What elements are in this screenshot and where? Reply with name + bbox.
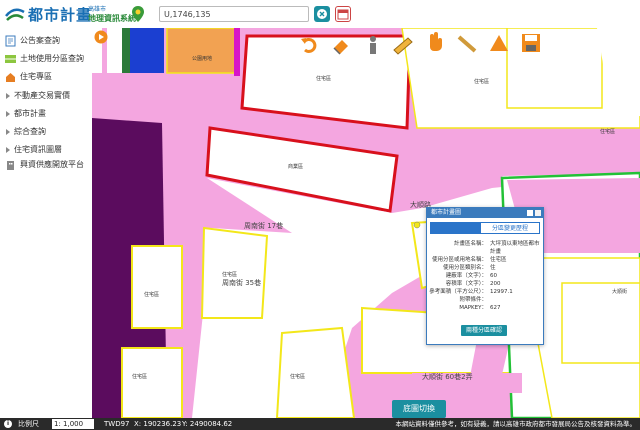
sidebar-item-housing[interactable]: 住宅專區 <box>0 68 92 85</box>
map-label-lot2: 商業區 <box>288 164 304 170</box>
tab-attributes[interactable] <box>430 222 480 234</box>
map-label-road5: 大順街 <box>612 289 628 295</box>
info-popup[interactable]: 都市計畫圖 分區變更歷程 計畫區名稱： 大坪頂以東地區都市計畫 使用分區或用地名稱… <box>426 207 544 345</box>
chevron-right-icon <box>6 128 10 135</box>
sidebar-item-label: 都市計畫 <box>14 109 46 118</box>
attr-row: 容積率（文字）： 200 <box>445 281 501 287</box>
y-coordinate: Y: 2490084.62 <box>182 420 233 428</box>
scale-select[interactable]: 1: 1,000 <box>52 419 94 429</box>
x-coordinate: X: 190236.23 <box>134 420 182 428</box>
close-icon <box>317 9 327 19</box>
attr-row: 參考面積（平方公尺）： 12997.1 <box>429 289 513 295</box>
building-icon <box>7 160 14 170</box>
tab-history[interactable]: 分區變更歷程 <box>480 222 540 234</box>
sidebar-item-land-use[interactable]: 土地使用分區查詢 <box>0 50 92 67</box>
map-label-road4: 大順街 60巷2弄 <box>422 373 473 381</box>
chevron-right-icon <box>6 146 10 153</box>
sidebar: 公告案查詢 土地使用分區查詢 住宅專區 不動產交易實價 都市計畫 綜合查詢 住宅… <box>0 28 93 418</box>
park-zone <box>166 28 238 74</box>
map-label-road1: 周南街 17巷 <box>244 222 284 230</box>
logo-icon <box>5 8 25 21</box>
map-label-lot1: 住宅區 <box>316 76 332 82</box>
undo-icon[interactable] <box>298 34 320 56</box>
zone-confirm-button[interactable]: 兩種分區確認 <box>461 325 507 336</box>
save-icon[interactable] <box>520 32 542 54</box>
sidebar-item-announcement[interactable]: 公告案查詢 <box>0 32 92 49</box>
map-label-park: 公園用地 <box>192 56 213 62</box>
land-icon <box>5 54 16 63</box>
info-icon[interactable]: i <box>4 420 12 428</box>
sidebar-item-label: 公告案查詢 <box>20 36 60 45</box>
map-label-road2: 周南街 35巷 <box>222 279 262 287</box>
attr-row: 附帶條件： <box>459 297 487 303</box>
basemap-switch-button[interactable]: 底圖切換 <box>392 400 446 418</box>
chevron-right-icon <box>6 110 10 117</box>
sidebar-item-urban-plan[interactable]: 都市計畫 <box>0 105 92 122</box>
popup-title-bar: 都市計畫圖 <box>427 208 543 218</box>
sidebar-item-label: 土地使用分區查詢 <box>20 54 84 63</box>
map-label-lot7: 住宅區 <box>290 374 306 380</box>
clear-search-button[interactable] <box>314 6 330 22</box>
map-label-lot4: 住宅區 <box>600 129 616 135</box>
sidebar-item-open-platform[interactable]: 興資供應開放平台 <box>0 156 92 173</box>
eraser-icon[interactable] <box>330 34 352 56</box>
sidebar-item-label: 住宅專區 <box>20 72 52 81</box>
ruler-icon[interactable] <box>392 34 414 56</box>
map-label-lot6: 住宅區 <box>222 272 238 278</box>
status-bar: i 比例尺 1: 1,000 TWD97 X: 190236.23 Y: 249… <box>0 418 640 430</box>
map-label-lot8: 住宅區 <box>132 374 148 380</box>
minimize-icon[interactable] <box>527 210 533 216</box>
map-canvas[interactable]: 公園用地 住宅區 商業區 住宅區 住宅區 住宅區 住宅區 住宅區 住宅區 周南街… <box>92 28 640 418</box>
measure-line-icon[interactable] <box>456 32 478 54</box>
play-icon[interactable] <box>94 30 108 44</box>
logo-main-text: 都市計畫 <box>28 6 93 24</box>
sidebar-item-real-estate[interactable]: 不動產交易實價 <box>0 87 92 104</box>
top-bar: 都市計畫 高雄市 地理資訊系統 <box>0 0 640 29</box>
street-view-icon[interactable] <box>362 34 384 56</box>
sidebar-item-label: 住宅資訊圖層 <box>14 145 62 154</box>
coordinate-system: TWD97 <box>104 420 130 428</box>
popup-title: 都市計畫圖 <box>431 209 462 216</box>
house-icon <box>6 72 15 82</box>
hand-icon[interactable] <box>424 30 446 52</box>
map-layer <box>92 28 640 418</box>
map-pin-icon[interactable] <box>128 4 148 24</box>
attr-row: 計畫區名稱： 大坪頂以東地區都市計畫 <box>453 241 540 255</box>
attr-row: 使用分區或用地名稱： 住宅區 <box>431 257 507 263</box>
search-input[interactable] <box>159 6 309 22</box>
sidebar-item-combined-query[interactable]: 綜合查詢 <box>0 123 92 140</box>
logo-city-text: 高雄市 <box>88 6 107 13</box>
sidebar-item-label: 興資供應開放平台 <box>20 160 84 169</box>
map-label-lot3: 住宅區 <box>474 79 490 85</box>
scale-label: 比例尺 <box>18 420 39 428</box>
calendar-button[interactable] <box>335 6 351 22</box>
map-label-lot5: 住宅區 <box>144 292 160 298</box>
attr-row: 使用分區類別名：住 <box>442 265 496 271</box>
popup-tabs: 分區變更歷程 <box>430 222 540 234</box>
attr-row: MAPKEY： 627 <box>459 305 501 311</box>
disclaimer-text: 本網站資料僅供參考，如有疑義，請以高雄市政府都市發展局公告及核發資料為準。 <box>395 420 637 428</box>
location-marker-icon <box>413 221 421 229</box>
sidebar-item-label: 綜合查詢 <box>14 127 46 136</box>
measure-area-icon[interactable] <box>488 32 510 54</box>
document-icon <box>5 35 16 46</box>
close-icon[interactable] <box>535 210 541 216</box>
attr-row: 建蔽率（文字）： 60 <box>445 273 497 279</box>
sidebar-item-label: 不動產交易實價 <box>14 91 70 100</box>
calendar-icon <box>337 9 349 20</box>
chevron-right-icon <box>6 92 10 99</box>
popup-attributes: 計畫區名稱： 大坪頂以東地區都市計畫 使用分區或用地名稱： 住宅區 使用分區類別名：… <box>429 240 541 312</box>
